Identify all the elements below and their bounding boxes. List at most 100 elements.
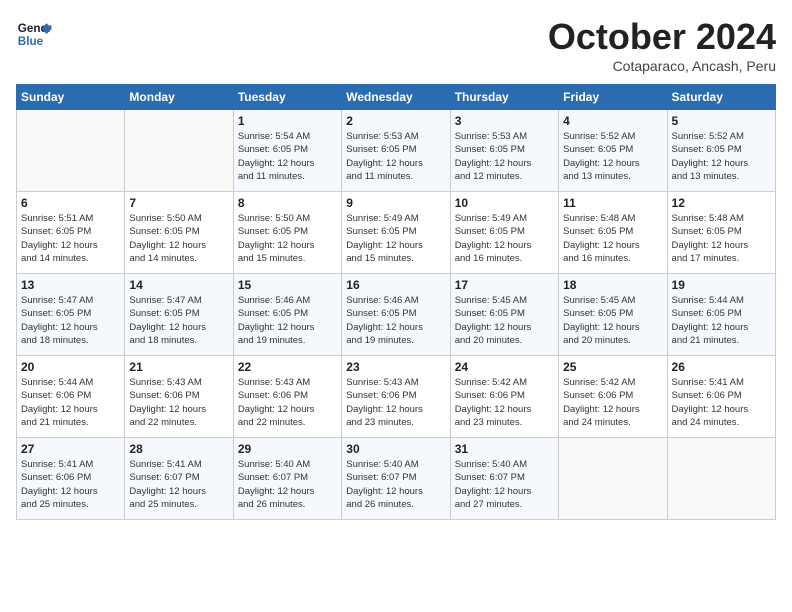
day-cell xyxy=(17,110,125,192)
day-cell: 17 Sunrise: 5:45 AM Sunset: 6:05 PM Dayli… xyxy=(450,274,558,356)
day-info: Sunrise: 5:48 AM Sunset: 6:05 PM Dayligh… xyxy=(563,212,662,265)
day-cell: 5Sunrise: 5:52 AM Sunset: 6:05 PM Daylig… xyxy=(667,110,775,192)
day-cell: 19 Sunrise: 5:44 AM Sunset: 6:05 PM Dayli… xyxy=(667,274,775,356)
day-number: 13 xyxy=(21,278,120,292)
day-cell: 30 Sunrise: 5:40 AM Sunset: 6:07 PM Dayli… xyxy=(342,438,450,520)
day-info: Sunrise: 5:54 AM Sunset: 6:05 PM Dayligh… xyxy=(238,130,337,183)
day-number: 19 xyxy=(672,278,771,292)
day-cell: 26 Sunrise: 5:41 AM Sunset: 6:06 PM Dayli… xyxy=(667,356,775,438)
day-info: Sunrise: 5:48 AM Sunset: 6:05 PM Dayligh… xyxy=(672,212,771,265)
day-number: 25 xyxy=(563,360,662,374)
day-number: 26 xyxy=(672,360,771,374)
day-number: 16 xyxy=(346,278,445,292)
day-info: Sunrise: 5:53 AM Sunset: 6:05 PM Dayligh… xyxy=(346,130,445,183)
day-number: 6 xyxy=(21,196,120,210)
day-cell: 24Sunrise: 5:42 AM Sunset: 6:06 PM Dayli… xyxy=(450,356,558,438)
day-cell: 12Sunrise: 5:48 AM Sunset: 6:05 PM Dayli… xyxy=(667,192,775,274)
page-header: General Blue October 2024 Cotaparaco, An… xyxy=(16,16,776,74)
day-number: 20 xyxy=(21,360,120,374)
header-day-saturday: Saturday xyxy=(667,85,775,110)
day-number: 17 xyxy=(455,278,554,292)
day-number: 5 xyxy=(672,114,771,128)
header-day-sunday: Sunday xyxy=(17,85,125,110)
day-cell xyxy=(667,438,775,520)
day-info: Sunrise: 5:46 AM Sunset: 6:05 PM Dayligh… xyxy=(238,294,337,347)
day-cell: 14Sunrise: 5:47 AM Sunset: 6:05 PM Dayli… xyxy=(125,274,233,356)
day-number: 31 xyxy=(455,442,554,456)
week-row-1: 6 Sunrise: 5:51 AM Sunset: 6:05 PM Daylig… xyxy=(17,192,776,274)
day-number: 1 xyxy=(238,114,337,128)
day-number: 27 xyxy=(21,442,120,456)
day-info: Sunrise: 5:50 AM Sunset: 6:05 PM Dayligh… xyxy=(129,212,228,265)
day-number: 15 xyxy=(238,278,337,292)
day-info: Sunrise: 5:42 AM Sunset: 6:06 PM Dayligh… xyxy=(563,376,662,429)
day-cell: 15 Sunrise: 5:46 AM Sunset: 6:05 PM Dayli… xyxy=(233,274,341,356)
day-number: 29 xyxy=(238,442,337,456)
day-cell: 8Sunrise: 5:50 AM Sunset: 6:05 PM Daylig… xyxy=(233,192,341,274)
day-cell: 10Sunrise: 5:49 AM Sunset: 6:05 PM Dayli… xyxy=(450,192,558,274)
day-info: Sunrise: 5:41 AM Sunset: 6:06 PM Dayligh… xyxy=(21,458,120,511)
day-cell: 27 Sunrise: 5:41 AM Sunset: 6:06 PM Dayli… xyxy=(17,438,125,520)
day-info: Sunrise: 5:44 AM Sunset: 6:06 PM Dayligh… xyxy=(21,376,120,429)
day-cell: 2Sunrise: 5:53 AM Sunset: 6:05 PM Daylig… xyxy=(342,110,450,192)
header-day-friday: Friday xyxy=(559,85,667,110)
calendar-header: SundayMondayTuesdayWednesdayThursdayFrid… xyxy=(17,85,776,110)
day-info: Sunrise: 5:40 AM Sunset: 6:07 PM Dayligh… xyxy=(455,458,554,511)
day-cell: 3 Sunrise: 5:53 AM Sunset: 6:05 PM Daylig… xyxy=(450,110,558,192)
day-info: Sunrise: 5:49 AM Sunset: 6:05 PM Dayligh… xyxy=(455,212,554,265)
day-info: Sunrise: 5:53 AM Sunset: 6:05 PM Dayligh… xyxy=(455,130,554,183)
day-info: Sunrise: 5:45 AM Sunset: 6:05 PM Dayligh… xyxy=(563,294,662,347)
day-cell: 16 Sunrise: 5:46 AM Sunset: 6:05 PM Dayli… xyxy=(342,274,450,356)
day-info: Sunrise: 5:44 AM Sunset: 6:05 PM Dayligh… xyxy=(672,294,771,347)
day-info: Sunrise: 5:41 AM Sunset: 6:07 PM Dayligh… xyxy=(129,458,228,511)
day-info: Sunrise: 5:43 AM Sunset: 6:06 PM Dayligh… xyxy=(129,376,228,429)
day-cell: 1 Sunrise: 5:54 AM Sunset: 6:05 PM Daylig… xyxy=(233,110,341,192)
day-cell: 31 Sunrise: 5:40 AM Sunset: 6:07 PM Dayli… xyxy=(450,438,558,520)
day-number: 22 xyxy=(238,360,337,374)
day-info: Sunrise: 5:43 AM Sunset: 6:06 PM Dayligh… xyxy=(346,376,445,429)
day-info: Sunrise: 5:49 AM Sunset: 6:05 PM Dayligh… xyxy=(346,212,445,265)
header-day-thursday: Thursday xyxy=(450,85,558,110)
day-info: Sunrise: 5:40 AM Sunset: 6:07 PM Dayligh… xyxy=(346,458,445,511)
day-cell: 13 Sunrise: 5:47 AM Sunset: 6:05 PM Dayli… xyxy=(17,274,125,356)
day-cell: 9Sunrise: 5:49 AM Sunset: 6:05 PM Daylig… xyxy=(342,192,450,274)
day-info: Sunrise: 5:52 AM Sunset: 6:05 PM Dayligh… xyxy=(563,130,662,183)
day-info: Sunrise: 5:46 AM Sunset: 6:05 PM Dayligh… xyxy=(346,294,445,347)
day-number: 11 xyxy=(563,196,662,210)
header-row: SundayMondayTuesdayWednesdayThursdayFrid… xyxy=(17,85,776,110)
week-row-3: 20 Sunrise: 5:44 AM Sunset: 6:06 PM Dayli… xyxy=(17,356,776,438)
day-info: Sunrise: 5:43 AM Sunset: 6:06 PM Dayligh… xyxy=(238,376,337,429)
day-cell: 21Sunrise: 5:43 AM Sunset: 6:06 PM Dayli… xyxy=(125,356,233,438)
calendar-subtitle: Cotaparaco, Ancash, Peru xyxy=(548,58,776,74)
svg-text:Blue: Blue xyxy=(18,35,44,48)
day-number: 24 xyxy=(455,360,554,374)
day-cell xyxy=(125,110,233,192)
day-cell: 6 Sunrise: 5:51 AM Sunset: 6:05 PM Daylig… xyxy=(17,192,125,274)
week-row-2: 13 Sunrise: 5:47 AM Sunset: 6:05 PM Dayli… xyxy=(17,274,776,356)
day-cell: 25 Sunrise: 5:42 AM Sunset: 6:06 PM Dayli… xyxy=(559,356,667,438)
day-cell: 4Sunrise: 5:52 AM Sunset: 6:05 PM Daylig… xyxy=(559,110,667,192)
title-block: October 2024 Cotaparaco, Ancash, Peru xyxy=(548,16,776,74)
day-info: Sunrise: 5:45 AM Sunset: 6:05 PM Dayligh… xyxy=(455,294,554,347)
day-cell xyxy=(559,438,667,520)
calendar-table: SundayMondayTuesdayWednesdayThursdayFrid… xyxy=(16,84,776,520)
day-info: Sunrise: 5:47 AM Sunset: 6:05 PM Dayligh… xyxy=(21,294,120,347)
day-cell: 29Sunrise: 5:40 AM Sunset: 6:07 PM Dayli… xyxy=(233,438,341,520)
day-cell: 28 Sunrise: 5:41 AM Sunset: 6:07 PM Dayli… xyxy=(125,438,233,520)
day-number: 23 xyxy=(346,360,445,374)
day-number: 28 xyxy=(129,442,228,456)
day-number: 18 xyxy=(563,278,662,292)
week-row-0: 1 Sunrise: 5:54 AM Sunset: 6:05 PM Daylig… xyxy=(17,110,776,192)
logo: General Blue xyxy=(16,16,52,52)
day-cell: 20 Sunrise: 5:44 AM Sunset: 6:06 PM Dayli… xyxy=(17,356,125,438)
calendar-body: 1 Sunrise: 5:54 AM Sunset: 6:05 PM Daylig… xyxy=(17,110,776,520)
day-info: Sunrise: 5:41 AM Sunset: 6:06 PM Dayligh… xyxy=(672,376,771,429)
header-day-wednesday: Wednesday xyxy=(342,85,450,110)
day-number: 3 xyxy=(455,114,554,128)
day-cell: 23 Sunrise: 5:43 AM Sunset: 6:06 PM Dayli… xyxy=(342,356,450,438)
day-cell: 11 Sunrise: 5:48 AM Sunset: 6:05 PM Dayli… xyxy=(559,192,667,274)
day-number: 30 xyxy=(346,442,445,456)
day-info: Sunrise: 5:51 AM Sunset: 6:05 PM Dayligh… xyxy=(21,212,120,265)
day-cell: 7Sunrise: 5:50 AM Sunset: 6:05 PM Daylig… xyxy=(125,192,233,274)
logo-icon: General Blue xyxy=(16,16,52,52)
